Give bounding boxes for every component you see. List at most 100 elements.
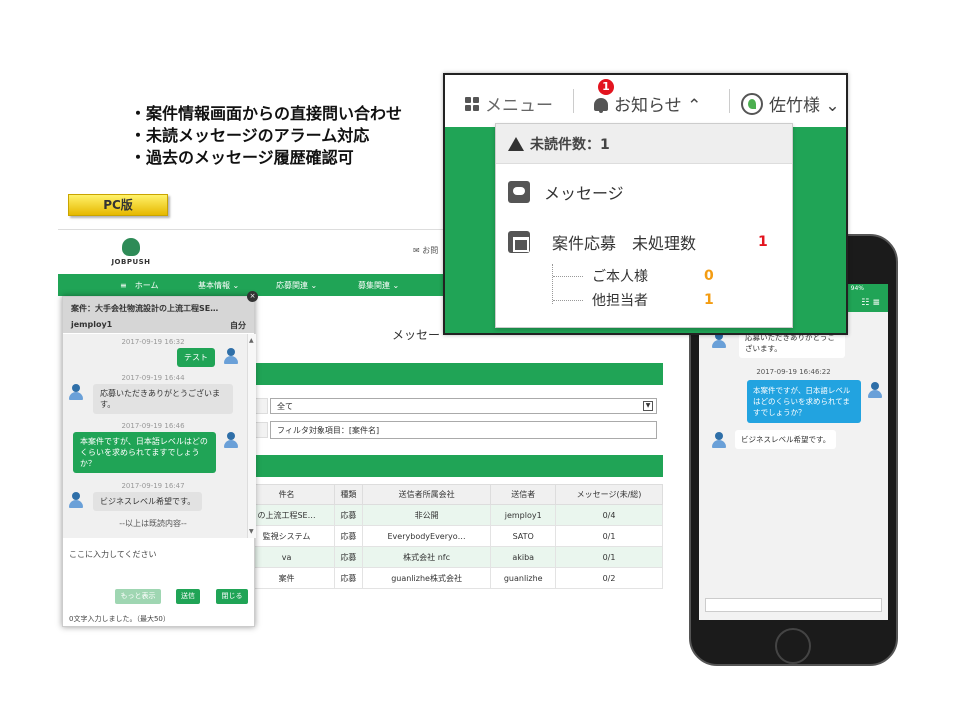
cell-type: 応募 <box>334 546 363 568</box>
jobpush-logo[interactable]: JOBPUSH <box>106 238 156 266</box>
feature-list: ・案件情報画面からの直接問い合わせ ・未読メッセージのアラーム対応 ・過去のメッ… <box>130 103 402 169</box>
nav-recruit[interactable]: 募集関連 ⌄ <box>358 280 399 291</box>
select-value: 全て <box>277 402 293 411</box>
building-icon <box>508 231 530 253</box>
table-row[interactable]: 案件 応募 guanlizhe株式会社 guanlizhe 0/2 <box>237 567 663 589</box>
message-timestamp: 2017-09-19 16:32 <box>121 338 185 346</box>
pc-version-label: PC版 <box>68 194 168 216</box>
feature-item: ・未読メッセージのアラーム対応 <box>130 126 370 145</box>
message-bubble-self: 本案件ですが、日本語レベルはどのくらいを求められてますでしょうか？ <box>73 432 216 473</box>
table-row[interactable]: の上流工程SE… 応募 非公開 jemploy1 0/4 <box>237 504 663 526</box>
chevron-down-icon[interactable]: ▼ <box>249 528 254 535</box>
bell-icon <box>593 95 609 113</box>
more-button[interactable]: もっと表示 <box>115 589 161 604</box>
other-count: 1 <box>704 292 714 308</box>
notice-button[interactable]: お知らせ ⌃ <box>593 91 701 116</box>
self-item[interactable]: ご本人様 <box>592 266 648 286</box>
leaf-icon <box>122 238 140 256</box>
cell-sender: jemploy1 <box>490 504 557 526</box>
chat-self: 自分 <box>230 321 246 330</box>
user-avatar-icon <box>711 432 727 448</box>
unread-count-header: 未読件数：1 <box>496 124 792 164</box>
applications-menu-item[interactable]: 案件応募 未処理数 <box>508 230 696 254</box>
message-menu-item[interactable]: メッセージ <box>508 180 624 204</box>
menu-label: メニュー <box>485 96 553 116</box>
menu-button[interactable]: メニュー <box>465 91 553 116</box>
message-table: 件名 種類 送信者所属会社 送信者 メッセージ(未/総) の上流工程SE… 応募… <box>237 484 663 589</box>
chat-partner: jemploy1 <box>71 320 113 329</box>
home-button[interactable] <box>775 628 811 664</box>
nav-home[interactable]: ≡ ホーム <box>120 280 158 291</box>
cell-company: 株式会社 nfc <box>361 546 492 568</box>
char-counter: 0文字入力しました。（最大50） <box>69 615 170 623</box>
nav-basic-info[interactable]: 基本情報 ⌄ <box>198 280 239 291</box>
message-bubble-other: ビジネスレベル希望です。 <box>93 492 203 511</box>
col-company[interactable]: 送信者所属会社 <box>361 484 492 505</box>
chat-history[interactable]: 2017-09-19 16:32 テスト 2017-09-19 16:44 応募… <box>63 334 256 538</box>
message-bubble-other: 応募いただきありがとうございます。 <box>93 384 233 414</box>
top-bar: メニュー お知らせ ⌃ 1 佐竹様 ⌄ <box>445 75 846 127</box>
col-type[interactable]: 種類 <box>334 484 363 505</box>
notice-label: お知らせ ⌃ <box>614 96 702 116</box>
chevron-up-icon[interactable]: ▲ <box>249 337 254 344</box>
self-count: 0 <box>704 268 714 284</box>
col-sender[interactable]: 送信者 <box>490 484 557 505</box>
chat-header: 案件：大手会社物流設計の上流工程SE… jemploy1 自分 <box>63 297 254 333</box>
close-button[interactable]: 閉じる <box>216 589 248 604</box>
other-item[interactable]: 他担当者 <box>592 290 648 310</box>
user-menu[interactable]: 佐竹様 ⌄ <box>741 91 840 116</box>
chat-bubble-icon <box>508 181 530 203</box>
notice-dropdown: 未読件数：1 メッセージ 案件応募 未処理数 1 ご本人様 0 他担当者 1 <box>495 123 793 328</box>
cell-messages[interactable]: 0/1 <box>555 525 663 547</box>
send-button[interactable]: 送信 <box>176 589 200 604</box>
message-timestamp: 2017-09-19 16:44 <box>121 374 185 382</box>
section-header <box>248 363 663 385</box>
feature-item: ・案件情報画面からの直接問い合わせ <box>130 104 403 123</box>
filter-input[interactable]: フィルタ対象項目：[案件名] <box>270 421 657 439</box>
phone-timestamp: 2017-09-19 16:46:22 <box>756 368 831 376</box>
user-avatar-icon <box>68 492 84 508</box>
message-timestamp: 2017-09-19 16:47 <box>121 482 185 490</box>
feature-item: ・過去のメッセージ履歴確認可 <box>130 148 354 167</box>
divider <box>729 89 730 113</box>
cell-type: 応募 <box>334 567 363 589</box>
cell-messages[interactable]: 0/4 <box>555 504 663 526</box>
cell-type: 応募 <box>334 525 363 547</box>
cell-messages[interactable]: 0/1 <box>555 546 663 568</box>
contact-link[interactable]: ✉ お問 <box>413 245 438 256</box>
cell-messages[interactable]: 0/2 <box>555 567 663 589</box>
cell-sender: akiba <box>490 546 557 568</box>
user-avatar-icon <box>68 384 84 400</box>
close-icon[interactable]: × <box>247 291 258 302</box>
table-row[interactable]: va 応募 株式会社 nfc akiba 0/1 <box>237 546 663 568</box>
page-title: メッセー <box>392 328 441 342</box>
user-logo-icon <box>741 92 763 115</box>
notification-popup: メニュー お知らせ ⌃ 1 佐竹様 ⌄ 未読件数：1 メッセージ 案件応募 未処… <box>443 73 848 335</box>
chat-scrollbar[interactable]: ▲ ▼ <box>247 334 256 538</box>
divider <box>573 89 574 113</box>
user-avatar-icon <box>223 348 239 364</box>
type-select[interactable]: 全て ▼ <box>270 398 657 414</box>
user-avatar-icon <box>867 382 883 398</box>
applications-count: 1 <box>758 234 768 250</box>
logo-text: JOBPUSH <box>111 258 151 266</box>
message-label: メッセージ <box>544 184 624 203</box>
cell-company: 非公開 <box>361 504 492 526</box>
chat-panel: × 案件：大手会社物流設計の上流工程SE… jemploy1 自分 2017-0… <box>62 291 258 627</box>
applications-label: 案件応募 未処理数 <box>552 234 697 253</box>
phone-message-input[interactable] <box>705 598 882 612</box>
warning-icon <box>508 136 524 151</box>
chat-title: 案件：大手会社物流設計の上流工程SE… <box>71 304 219 313</box>
cell-sender: SATO <box>490 525 557 547</box>
cell-company: guanlizhe株式会社 <box>361 567 492 589</box>
cell-sender: guanlizhe <box>490 567 557 589</box>
chevron-down-icon: ▼ <box>643 401 653 411</box>
col-messages[interactable]: メッセージ(未/総) <box>555 484 663 505</box>
user-avatar-icon <box>223 432 239 448</box>
message-bubble-self: テスト <box>177 348 215 367</box>
user-name: 佐竹様 ⌄ <box>769 96 840 116</box>
nav-application[interactable]: 応募関連 ⌄ <box>276 280 317 291</box>
message-input[interactable]: ここに入力してください <box>69 549 157 560</box>
message-timestamp: 2017-09-19 16:46 <box>121 422 185 430</box>
table-row[interactable]: 監視システム 応募 EverybodyEveryo… SATO 0/1 <box>237 525 663 547</box>
